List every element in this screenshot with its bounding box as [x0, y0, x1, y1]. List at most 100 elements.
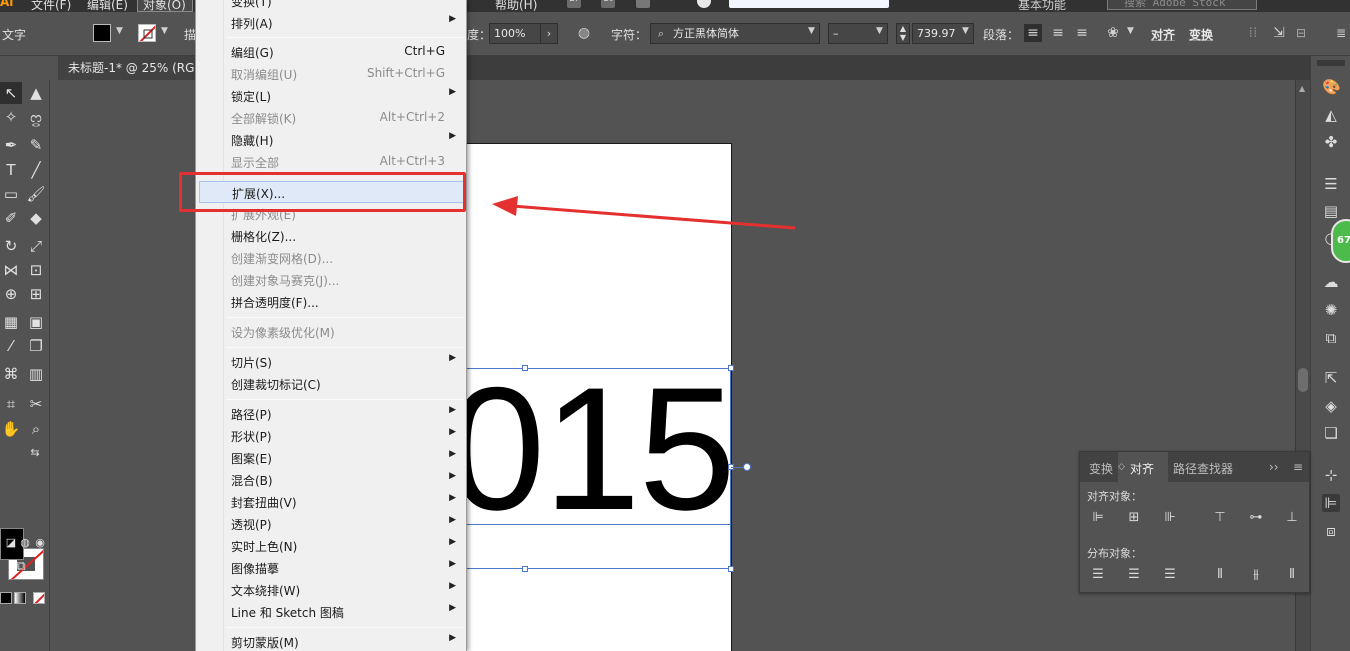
- align-center-icon[interactable]: ≡: [1049, 24, 1067, 42]
- export-icon[interactable]: ⇱: [1322, 369, 1340, 387]
- paragraph-label[interactable]: 段落：: [983, 26, 1019, 43]
- menu-item[interactable]: 封套扭曲(V) ▶: [196, 491, 466, 513]
- column-graph-tool-icon[interactable]: ▥: [25, 363, 47, 385]
- menu-item[interactable]: 拼合透明度(F)...: [196, 291, 466, 313]
- stock-icon[interactable]: St: [601, 0, 615, 8]
- stroke-dropdown-icon[interactable]: ▼: [161, 26, 168, 36]
- align-horizontal-center-icon[interactable]: ⊞: [1125, 509, 1143, 527]
- slice-tool-icon[interactable]: ✂: [25, 393, 47, 415]
- eyedropper-tool-icon[interactable]: ⁄: [0, 335, 22, 357]
- font-size-stepper[interactable]: ▲ ▼: [896, 23, 910, 44]
- menu-item[interactable]: 取消编组(U) Shift+Ctrl+G: [196, 63, 466, 85]
- align-left-icon[interactable]: ≡: [1024, 24, 1042, 42]
- isolate-icon[interactable]: ⇲: [1270, 24, 1288, 42]
- menu-file[interactable]: 文件(F): [31, 0, 71, 12]
- screen-mode-icon[interactable]: ⧉: [10, 556, 32, 578]
- symbol-sprayer-tool-icon[interactable]: ⌘: [0, 363, 22, 385]
- font-size-dropdown-icon[interactable]: ▼: [962, 26, 969, 36]
- opacity-arrow-button[interactable]: ›: [540, 23, 558, 44]
- workspace-switcher[interactable]: 基本功能: [1018, 0, 1066, 12]
- graphic-styles-icon[interactable]: ⧉: [1322, 329, 1340, 347]
- scrollbar-thumb[interactable]: [1298, 368, 1308, 392]
- transform-panel-icon[interactable]: ⊹: [1322, 466, 1340, 484]
- menu-item[interactable]: 创建渐变网格(D)...: [196, 247, 466, 269]
- distribute-right-icon[interactable]: ⫴: [1283, 566, 1301, 584]
- selection-handle-top-right[interactable]: [728, 365, 734, 371]
- menu-item[interactable]: 创建裁切标记(C): [196, 373, 466, 395]
- menu-item[interactable]: 透视(P) ▶: [196, 513, 466, 535]
- selection-bounding-box[interactable]: [465, 368, 731, 569]
- menu-item[interactable]: Line 和 Sketch 图稿 ▶: [196, 601, 466, 623]
- menu-help[interactable]: 帮助(H): [495, 0, 537, 12]
- distribute-bottom-icon[interactable]: ☰: [1161, 566, 1179, 584]
- hand-tool-icon[interactable]: ✋: [0, 418, 22, 440]
- color-panel-icon[interactable]: ◭: [1322, 106, 1340, 124]
- blend-tool-icon[interactable]: ❐: [25, 335, 47, 357]
- align-vertical-center-icon[interactable]: ⊶: [1247, 509, 1265, 527]
- shaper-tool-icon[interactable]: ✐: [0, 207, 22, 229]
- menu-item[interactable]: 锁定(L) ▶: [196, 85, 466, 107]
- fill-color-swatch[interactable]: [93, 24, 111, 42]
- swap-fill-stroke-icon[interactable]: ⇆: [28, 446, 42, 460]
- recolor-icon[interactable]: ◍: [575, 24, 593, 42]
- distribute-top-icon[interactable]: ☰: [1089, 566, 1107, 584]
- paintbrush-tool-icon[interactable]: 🖌: [25, 183, 47, 205]
- align-panel-icon[interactable]: ⊫: [1322, 494, 1340, 512]
- distribute-vertical-center-icon[interactable]: ☰: [1125, 566, 1143, 584]
- curvature-tool-icon[interactable]: ✎: [25, 134, 47, 156]
- align-top-edge-icon[interactable]: ⊤: [1211, 509, 1229, 527]
- menu-item[interactable]: 隐藏(H) ▶: [196, 129, 466, 151]
- bridge-icon[interactable]: Br: [567, 0, 581, 8]
- type-tool-icon[interactable]: T: [0, 159, 22, 181]
- selection-handle-bottom-right[interactable]: [728, 566, 734, 572]
- grid-options-icon[interactable]: ⁞⁞: [1244, 24, 1262, 42]
- menu-item[interactable]: 切片(S) ▶: [196, 351, 466, 373]
- menu-item[interactable]: 设为像素级优化(M): [196, 321, 466, 343]
- menu-item[interactable]: 实时上色(N) ▶: [196, 535, 466, 557]
- free-transform-tool-icon[interactable]: ⊡: [25, 259, 47, 281]
- menu-item[interactable]: 栅格化(Z)...: [196, 225, 466, 247]
- panel-menu-icon[interactable]: ≡: [1293, 460, 1303, 474]
- selection-tool-icon[interactable]: ↖: [0, 82, 22, 104]
- stock-search-input[interactable]: 搜索 Adobe Stock: [1107, 0, 1257, 10]
- distribute-horizontal-center-icon[interactable]: ⫵: [1247, 566, 1265, 584]
- align-right-icon[interactable]: ≡: [1073, 24, 1091, 42]
- font-style-dropdown-icon[interactable]: ▼: [876, 26, 883, 36]
- brushes-icon[interactable]: ✤: [1322, 133, 1340, 151]
- draw-inside-icon[interactable]: ◉: [29, 532, 51, 554]
- menu-item[interactable]: 全部解锁(K) Alt+Ctrl+2: [196, 107, 466, 129]
- direct-selection-tool-icon[interactable]: ▲: [25, 82, 47, 104]
- lasso-tool-icon[interactable]: ᦦ: [25, 106, 47, 128]
- opentype-dropdown-icon[interactable]: ▼: [1127, 26, 1134, 36]
- distribute-left-icon[interactable]: ⫴: [1211, 566, 1229, 584]
- shape-builder-tool-icon[interactable]: ⊕: [0, 283, 22, 305]
- transform-panel-link[interactable]: 变换: [1189, 26, 1213, 43]
- menu-item[interactable]: 创建对象马赛克(J)...: [196, 269, 466, 291]
- menu-item[interactable]: 图案(E) ▶: [196, 447, 466, 469]
- menu-item[interactable]: 形状(P) ▶: [196, 425, 466, 447]
- pathfinder-icon[interactable]: ⧈: [1322, 522, 1340, 540]
- mesh-tool-icon[interactable]: ▦: [0, 311, 22, 333]
- gradient-panel-icon[interactable]: ▤: [1322, 202, 1340, 220]
- align-right-edge-icon[interactable]: ⊪: [1161, 509, 1179, 527]
- align-panel-link[interactable]: 对齐: [1151, 26, 1175, 43]
- dock-grip[interactable]: [1317, 60, 1345, 66]
- color-guide-icon[interactable]: 🎨: [1322, 78, 1341, 96]
- panel-menu-icon[interactable]: ≣: [1336, 26, 1346, 40]
- perspective-grid-tool-icon[interactable]: ⊞: [25, 283, 47, 305]
- selection-handle-top[interactable]: [522, 365, 528, 371]
- menu-item[interactable]: 显示全部 Alt+Ctrl+3: [196, 151, 466, 173]
- menu-edit[interactable]: 编辑(E): [87, 0, 128, 12]
- sogou-ime-icon[interactable]: [697, 0, 711, 8]
- menu-item[interactable]: 路径(P) ▶: [196, 403, 466, 425]
- scale-tool-icon[interactable]: ⤢: [25, 235, 47, 257]
- fill-dropdown-icon[interactable]: ▼: [116, 26, 123, 36]
- tab-pathfinder[interactable]: 路径查找器: [1173, 460, 1233, 477]
- text-out-port[interactable]: [743, 463, 751, 471]
- rotate-tool-icon[interactable]: ↻: [0, 235, 22, 257]
- menu-item[interactable]: 编组(G) Ctrl+G: [196, 41, 466, 63]
- menu-item[interactable]: 图像描摹 ▶: [196, 557, 466, 579]
- menu-object[interactable]: 对象(O): [143, 0, 186, 12]
- menu-item[interactable]: 文本绕排(W) ▶: [196, 579, 466, 601]
- appearance-icon[interactable]: ✺: [1322, 301, 1340, 319]
